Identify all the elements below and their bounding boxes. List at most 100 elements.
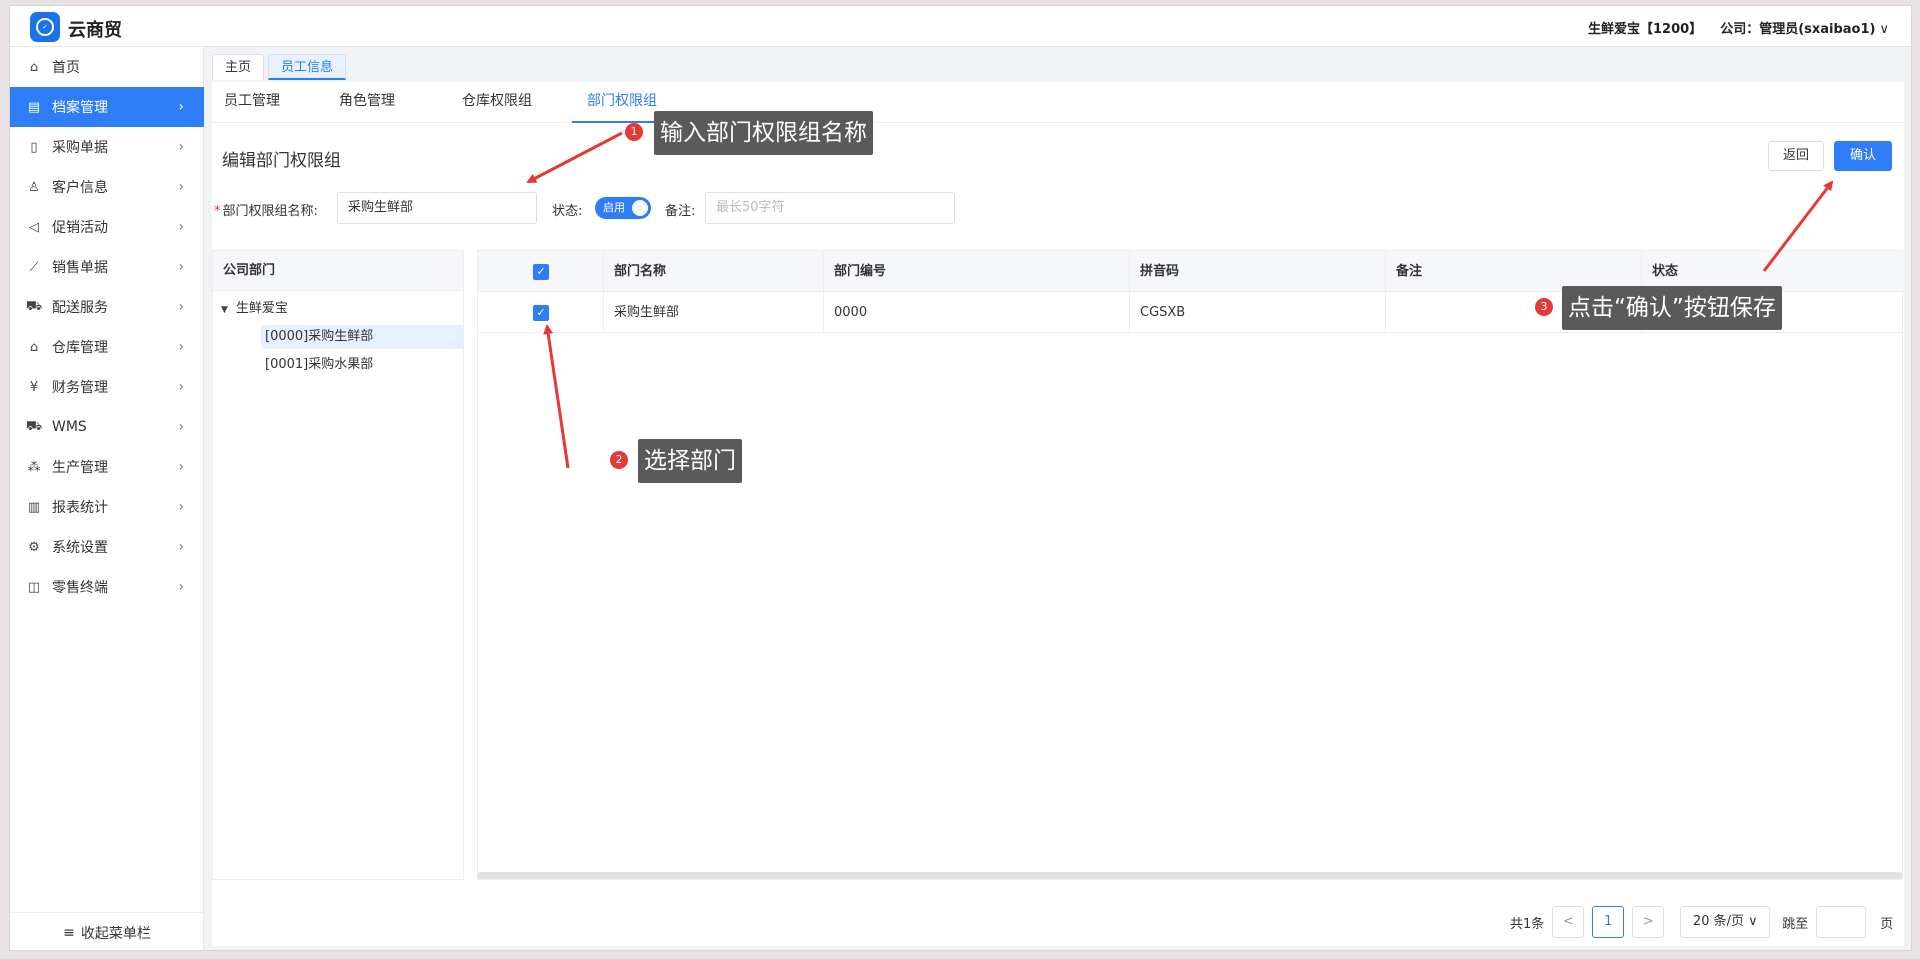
bar-chart-icon: ▥ [27, 499, 41, 515]
collapse-icon: ≡ [63, 924, 75, 941]
page-unit-label: 页 [1880, 916, 1894, 932]
sidebar-item-label: 报表统计 [52, 500, 108, 516]
tree-root-node[interactable]: ▼ 生鲜爱宝 [221, 297, 288, 321]
subtab-warehouse-groups[interactable]: 仓库权限组 [442, 82, 552, 123]
chevron-right-icon: › [178, 99, 184, 115]
tree-node-dept-0001[interactable]: [0001]采购水果部 [261, 353, 373, 377]
row-checkbox[interactable]: ✓ [478, 292, 604, 333]
annotation-3-badge: 3 [1535, 298, 1553, 316]
goto-page-input[interactable] [1816, 906, 1867, 938]
sidebar-item-label: 首页 [52, 60, 80, 76]
status-label: 状态: [552, 204, 583, 219]
page-size-select[interactable]: 20 条/页 ∨ [1680, 906, 1771, 938]
next-page-button[interactable]: > [1632, 906, 1665, 938]
sidebar-item-4[interactable]: ◁ 促销活动 › [10, 207, 204, 247]
sidebar-item-1[interactable]: ▤ 档案管理 › [10, 87, 204, 127]
column-header-pinyin[interactable]: 拼音码 [1130, 251, 1386, 292]
remark-input[interactable]: 最长50字符 [705, 192, 955, 224]
sidebar-item-8[interactable]: ¥ 财务管理 › [10, 367, 204, 407]
collapse-menu-button[interactable]: ≡ 收起菜单栏 [10, 912, 204, 950]
chevron-right-icon: › [178, 459, 184, 475]
tab-employee-info[interactable]: 员工信息 [268, 54, 347, 80]
sidebar-item-label: 财务管理 [52, 380, 108, 396]
annotation-1-badge: 1 [625, 123, 643, 141]
archive-icon: ▤ [27, 99, 41, 115]
cell-name: 采购生鲜部 [604, 292, 824, 333]
page-title: 编辑部门权限组 [222, 151, 341, 171]
subtab-employees[interactable]: 员工管理 [212, 82, 292, 123]
check-icon: ✓ [533, 304, 549, 321]
sidebar-item-label: 仓库管理 [52, 340, 108, 356]
app-window: ✓ 云商贸 生鲜爱宝【1200】 公司：管理员(sxaibao1) ∨ ⌂ 首页 ▤ 档… [9, 5, 1912, 951]
sidebar: ⌂ 首页 ▤ 档案管理 › ▯ 采购单据 › ♙ 客户信息 › ◁ 促销活动 › ⟋ 销售单据 › ⛟ 配送服务 › ⌂… [10, 47, 204, 950]
collapse-label: 收起菜单栏 [80, 925, 151, 942]
pagination: 共1条 < 1 > 20 条/页 ∨ 跳至 页 [1510, 906, 1893, 938]
sidebar-item-label: 系统设置 [52, 540, 108, 556]
chevron-right-icon: › [178, 579, 184, 595]
main-content: 员工管理 角色管理 仓库权限组 部门权限组 编辑部门权限组 返回 确认 * 部门权… [212, 82, 1904, 946]
remark-label: 备注: [665, 204, 696, 219]
page-1-button[interactable]: 1 [1592, 906, 1625, 938]
chevron-right-icon: › [178, 339, 184, 355]
prev-page-button[interactable]: < [1552, 906, 1585, 938]
sidebar-item-label: 零售终端 [52, 580, 108, 596]
annotation-2-badge: 2 [610, 451, 628, 469]
sidebar-item-label: 客户信息 [52, 180, 108, 196]
horizontal-scrollbar[interactable] [477, 872, 1903, 879]
select-all-checkbox[interactable]: ✓ [478, 251, 604, 292]
confirm-button[interactable]: 确认 [1834, 141, 1892, 171]
required-mark: * [214, 204, 221, 219]
chevron-down-icon: ∨ [1879, 22, 1889, 37]
form-row: * 部门权限组名称: 采购生鲜部 状态: 启用 备注: 最长50字符 [212, 192, 1904, 224]
subtab-roles[interactable]: 角色管理 [322, 82, 412, 123]
network-icon: ⁂ [27, 459, 41, 475]
caret-down-icon[interactable]: ▼ [221, 298, 228, 322]
sidebar-item-10[interactable]: ⁂ 生产管理 › [10, 447, 204, 487]
sidebar-item-13[interactable]: ◫ 零售终端 › [10, 567, 204, 607]
sidebar-item-label: 采购单据 [52, 140, 108, 156]
tab-home[interactable]: 主页 [212, 54, 265, 80]
top-bar: ✓ 云商贸 生鲜爱宝【1200】 公司：管理员(sxaibao1) ∨ [10, 6, 1911, 47]
sidebar-item-0[interactable]: ⌂ 首页 [10, 47, 204, 87]
sidebar-item-12[interactable]: ⚙ 系统设置 › [10, 527, 204, 567]
company-label: 生鲜爱宝【1200】 [1588, 22, 1703, 37]
sidebar-item-3[interactable]: ♙ 客户信息 › [10, 167, 204, 207]
tree-header: 公司部门 [213, 251, 463, 291]
sidebar-item-2[interactable]: ▯ 采购单据 › [10, 127, 204, 167]
group-name-input[interactable]: 采购生鲜部 [337, 192, 537, 224]
cart-icon: ⛟ [25, 298, 43, 314]
bag-icon: ◫ [27, 579, 41, 595]
app-logo: ✓ [30, 12, 60, 42]
user-label: 公司：管理员(sxaibao1) [1720, 22, 1876, 37]
sidebar-item-6[interactable]: ⛟ 配送服务 › [10, 287, 204, 327]
user-menu[interactable]: 公司：管理员(sxaibao1) ∨ [1720, 18, 1889, 37]
sidebar-item-label: 销售单据 [52, 260, 108, 276]
sidebar-item-11[interactable]: ▥ 报表统计 › [10, 487, 204, 527]
cell-code: 0000 [824, 292, 1130, 333]
back-button[interactable]: 返回 [1768, 141, 1824, 171]
chevron-right-icon: › [178, 379, 184, 395]
sidebar-item-label: 档案管理 [52, 100, 108, 116]
tree-node-dept-0000[interactable]: [0000]采购生鲜部 [261, 325, 463, 349]
chevron-right-icon: › [178, 539, 184, 555]
annotation-1-callout: 输入部门权限组名称 [654, 111, 873, 155]
toggle-knob [632, 200, 648, 216]
sidebar-item-9[interactable]: ⛟ WMS › [10, 407, 204, 447]
check-icon: ✓ [533, 263, 549, 280]
sidebar-item-7[interactable]: ⌂ 仓库管理 › [10, 327, 204, 367]
status-toggle[interactable]: 启用 [595, 197, 651, 219]
sidebar-item-label: 促销活动 [52, 220, 108, 236]
user-icon: ♙ [28, 179, 40, 195]
goto-label: 跳至 [1782, 916, 1809, 932]
sidebar-item-label: 配送服务 [52, 300, 108, 316]
truck-icon: ⛟ [25, 418, 43, 434]
sub-tabs: 员工管理 角色管理 仓库权限组 部门权限组 [212, 82, 1904, 123]
column-header-name[interactable]: 部门名称 [604, 251, 824, 292]
chevron-right-icon: › [178, 299, 184, 315]
logo-mark-icon: ✓ [36, 18, 54, 36]
sidebar-item-5[interactable]: ⟋ 销售单据 › [10, 247, 204, 287]
column-header-code[interactable]: 部门编号 [824, 251, 1130, 292]
status-toggle-label: 启用 [603, 201, 625, 214]
warehouse-icon: ⌂ [29, 339, 39, 355]
header-right: 生鲜爱宝【1200】 公司：管理员(sxaibao1) ∨ [1588, 18, 1889, 37]
